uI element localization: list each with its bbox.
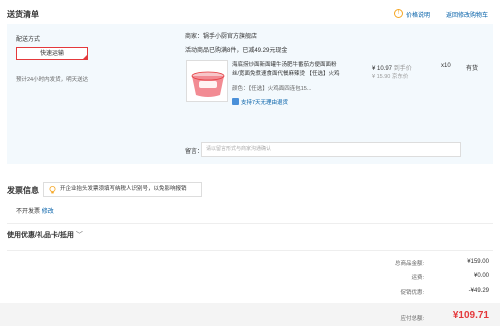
lightbulb-icon: [49, 186, 56, 194]
back-to-cart-link[interactable]: 返回修改购物车: [446, 10, 488, 19]
total-bar: [0, 303, 500, 326]
product-title-line: 海底捞炒面新面罐牛汤肥牛番茄方便面面粉: [232, 62, 337, 68]
quantity: x10: [441, 63, 451, 69]
total-label: 应付总额:: [400, 316, 424, 322]
invoice-tip-box: 开企业抬头发票须填写纳税人识别号，以免影响报销: [43, 182, 202, 197]
return-policy-link[interactable]: 支持7天无理由退货: [241, 98, 288, 106]
original-price: ¥ 15.90 京东价: [372, 74, 409, 80]
coupon-toggle[interactable]: 使用优惠/礼品卡/抵用 ﹀: [7, 230, 83, 240]
divider: [7, 250, 493, 251]
invoice-edit-link[interactable]: 修改: [42, 209, 54, 215]
discount-label: 促销优惠:: [400, 290, 424, 296]
divider: [7, 223, 493, 224]
merchant-line: 商家：锅手小厨官方旗舰店: [185, 34, 258, 40]
product-title-line: 丝/宽面免煮速食面代餐麻辣烫 【任选】火鸡: [232, 71, 340, 77]
chevron-down-icon: ﹀: [75, 232, 83, 239]
invoice-status-text: 不开发票: [16, 209, 41, 215]
stock-status: 有货: [466, 66, 479, 72]
section-title-delivery-list: 送货清单: [7, 10, 39, 19]
invoice-status: 不开发票 修改: [16, 206, 54, 215]
return-policy-icon: [232, 98, 239, 105]
section-title-invoice: 发票信息: [7, 186, 39, 195]
product-image[interactable]: [186, 60, 228, 102]
promo-line: 活动商品已购满8件，已减49.29元现金: [185, 48, 288, 54]
shipping-label: 运费:: [411, 275, 424, 281]
delivery-option-label: 快速运输: [39, 51, 64, 57]
invoice-tip-text: 开企业抬头发票须填写纳税人识别号，以免影响报销: [60, 186, 187, 192]
info-icon: !: [394, 9, 403, 18]
selected-corner-mark: [82, 54, 88, 60]
noodle-cup-image: [187, 61, 227, 101]
price-note-link[interactable]: 价格说明: [406, 10, 430, 19]
product-title[interactable]: 海底捞炒面新面罐牛汤肥牛番茄方便面面粉 丝/宽面免煮速食面代餐麻辣烫 【任选】火…: [232, 61, 340, 79]
discount-value: -¥49.29: [468, 288, 489, 294]
shipping-value: ¥0.00: [473, 273, 489, 279]
total-value: ¥109.71: [452, 310, 489, 321]
items-total-value: ¥159.00: [467, 259, 489, 265]
note-input[interactable]: 请以留言形式与商家沟通确认: [201, 142, 461, 157]
items-total-label: 总商品金额:: [394, 261, 424, 267]
coupon-title: 使用优惠/礼品卡/抵用: [7, 232, 74, 239]
delivery-method-label: 配送方式: [16, 37, 41, 43]
product-price: ¥ 10.97 到手价: [372, 63, 412, 72]
delivery-eta: 预计24小时内发货，明天送达: [16, 77, 89, 83]
product-color: 颜色：【任选】火鸡面四连包15...: [232, 86, 312, 92]
delivery-option-express[interactable]: 快速运输: [16, 47, 88, 60]
